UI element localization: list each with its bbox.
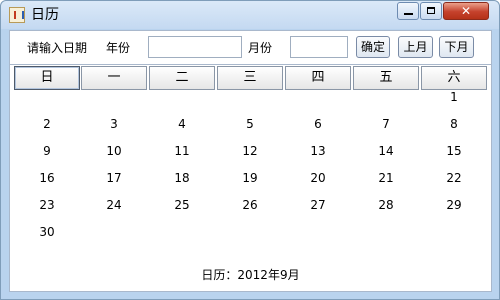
day-cell[interactable]: 6 [285,112,351,136]
close-icon: ✕ [460,4,472,18]
day-cell[interactable]: 4 [149,112,215,136]
minimize-icon [404,13,413,15]
calendar-grid: 日 一 二 三 四 五 六 1 2 3 4 5 6 7 8 9 10 11 12 13 14 15 16 17 1… [10,64,491,261]
day-cell[interactable]: 20 [285,166,351,190]
day-cell[interactable]: 26 [217,193,283,217]
current-month-label: 日历：2012年9月 [201,268,300,282]
java-app-icon [9,7,25,23]
day-cell[interactable]: 19 [217,166,283,190]
day-cell[interactable]: 29 [421,193,487,217]
next-month-button[interactable]: 下月 [439,36,474,58]
empty-day-cell [81,220,147,244]
empty-day-cell [149,220,215,244]
day-cell[interactable]: 23 [14,193,80,217]
empty-day-cell [217,220,283,244]
day-cell[interactable]: 13 [285,139,351,163]
maximize-button[interactable] [420,2,442,20]
minimize-button[interactable] [397,2,419,20]
empty-day-cell [149,85,215,109]
year-input[interactable] [148,36,242,58]
empty-day-cell [421,220,487,244]
day-cell[interactable]: 3 [81,112,147,136]
year-label: 年份 [106,41,131,55]
status-footer: 日历：2012年9月 [10,260,491,291]
day-cell[interactable]: 9 [14,139,80,163]
day-cell[interactable]: 12 [217,139,283,163]
day-cell[interactable]: 2 [14,112,80,136]
month-label: 月份 [248,41,273,55]
empty-day-cell [217,85,283,109]
day-cell[interactable]: 1 [421,85,487,109]
empty-day-cell [285,220,351,244]
empty-day-cell [285,85,351,109]
maximize-icon [427,7,435,14]
window-title: 日历 [31,7,59,23]
day-cell[interactable]: 18 [149,166,215,190]
empty-day-cell [14,85,80,109]
day-cell[interactable]: 16 [14,166,80,190]
calendar-window: 日历 ✕ 请输入日期 年份 月份 确定 上月 下月 日 一 二 三 四 五 六 … [0,0,500,300]
day-cell[interactable]: 22 [421,166,487,190]
empty-day-cell [353,85,419,109]
empty-day-cell [353,220,419,244]
day-cell[interactable]: 27 [285,193,351,217]
prev-month-button[interactable]: 上月 [398,36,433,58]
day-cell[interactable]: 14 [353,139,419,163]
day-cell[interactable]: 11 [149,139,215,163]
day-cell[interactable]: 7 [353,112,419,136]
empty-day-cell [81,85,147,109]
confirm-button[interactable]: 确定 [356,36,390,58]
close-button[interactable]: ✕ [443,2,489,20]
day-cell[interactable]: 17 [81,166,147,190]
day-cell[interactable]: 28 [353,193,419,217]
day-cell[interactable]: 21 [353,166,419,190]
day-cell[interactable]: 10 [81,139,147,163]
prompt-label: 请输入日期 [27,41,88,55]
client-area: 请输入日期 年份 月份 确定 上月 下月 日 一 二 三 四 五 六 12345… [9,30,492,292]
month-input[interactable] [290,36,348,58]
day-cell[interactable]: 5 [217,112,283,136]
day-cell[interactable]: 8 [421,112,487,136]
day-cell[interactable]: 15 [421,139,487,163]
date-input-toolbar: 请输入日期 年份 月份 确定 上月 下月 [10,31,491,64]
title-bar[interactable]: 日历 ✕ [1,1,499,29]
day-cell[interactable]: 25 [149,193,215,217]
day-cell[interactable]: 24 [81,193,147,217]
day-cell[interactable]: 30 [14,220,80,244]
